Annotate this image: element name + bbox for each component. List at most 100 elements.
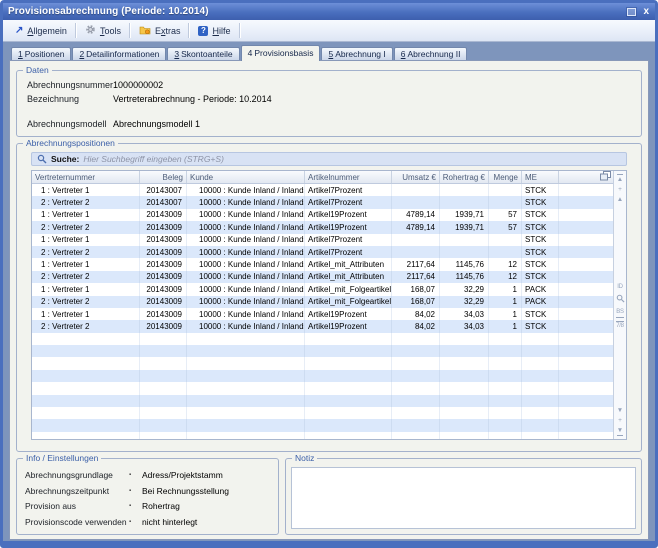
table-cell: STCK — [522, 234, 559, 246]
menu-item-label: Tools — [100, 26, 121, 36]
table-cell: Artikel7Prozent — [305, 246, 392, 258]
table-cell: Artikel19Prozent — [305, 320, 392, 332]
table-cell: 2 : Vertreter 2 — [32, 196, 140, 208]
table-row[interactable]: 2 : Vertreter 22014300910000 : Kunde Inl… — [32, 296, 613, 308]
tab-abrechnung-i[interactable]: 5Abrechnung I — [321, 47, 392, 60]
table-cell: 2 : Vertreter 2 — [32, 271, 140, 283]
info-groupbox-title: Info / Einstellungen — [23, 453, 101, 464]
table-row[interactable]: 2 : Vertreter 22014300710000 : Kunde Inl… — [32, 196, 613, 208]
column-header-5[interactable]: Umsatz € — [392, 171, 440, 183]
menu-item-extras[interactable]: Extras — [131, 20, 189, 41]
info-row: Provision aus▪Rohertrag — [25, 499, 270, 515]
scroll-first-icon[interactable]: ▲ — [617, 174, 623, 183]
scroll-page-down-icon[interactable]: + — [618, 417, 622, 424]
column-header-3[interactable]: Kunde — [187, 171, 305, 183]
daten-fields: Abrechnungsnummer1000000002BezeichnungVe… — [27, 79, 631, 130]
table-cell — [440, 395, 489, 407]
scroll-strip-cluster-mid: ID BS 7/8 — [614, 284, 626, 330]
table-cell: 57 — [489, 221, 522, 233]
table-row[interactable]: 1 : Vertreter 12014300910000 : Kunde Inl… — [32, 258, 613, 270]
column-header-4[interactable]: Artikelnummer — [305, 171, 392, 183]
bullet-icon: ▪ — [129, 468, 142, 484]
table-cell-filler — [559, 196, 613, 208]
table-cell: 2 : Vertreter 2 — [32, 246, 140, 258]
table-row[interactable]: 1 : Vertreter 12014300910000 : Kunde Inl… — [32, 308, 613, 320]
table-cell: 20143009 — [140, 258, 187, 270]
table-cell: PACK — [522, 283, 559, 295]
scroll-up-icon[interactable]: ▲ — [617, 196, 623, 203]
table-cell: 32,29 — [440, 296, 489, 308]
close-button[interactable]: x — [642, 7, 650, 17]
column-header-2[interactable]: Beleg — [140, 171, 187, 183]
table-cell-filler — [559, 357, 613, 369]
menu-item-allgemein[interactable]: ↗Allgemein — [7, 20, 75, 41]
info-row-value: nicht hinterlegt — [142, 515, 197, 531]
table-cell: 168,07 — [392, 283, 440, 295]
table-cell — [187, 370, 305, 382]
strip-fraction-icon[interactable]: 7/8 — [616, 321, 623, 330]
scroll-down-icon[interactable]: ▼ — [617, 407, 623, 414]
tab-skontoanteile[interactable]: 3Skontoanteile — [167, 47, 239, 60]
column-header-6[interactable]: Rohertrag € — [440, 171, 489, 183]
table-row[interactable]: 2 : Vertreter 22014300910000 : Kunde Inl… — [32, 320, 613, 332]
table-cell: 1145,76 — [440, 258, 489, 270]
scroll-page-up-icon[interactable]: + — [618, 186, 622, 193]
table-cell — [392, 432, 440, 439]
notiz-textarea[interactable] — [291, 467, 636, 529]
table-cell-filler — [559, 283, 613, 295]
table-row[interactable]: 2 : Vertreter 22014300910000 : Kunde Inl… — [32, 221, 613, 233]
table-cell — [392, 370, 440, 382]
search-placeholder: Hier Suchbegriff eingeben (STRG+S) — [83, 154, 224, 164]
table-row[interactable]: 2 : Vertreter 22014300910000 : Kunde Inl… — [32, 246, 613, 258]
table-cell: 20143009 — [140, 320, 187, 332]
search-input[interactable]: Suche: Hier Suchbegriff eingeben (STRG+S… — [31, 152, 627, 166]
scroll-last-icon[interactable]: ▼ — [617, 427, 623, 436]
column-header-7[interactable]: Menge — [489, 171, 522, 183]
column-chooser-icon[interactable] — [600, 171, 611, 183]
table-cell — [440, 419, 489, 431]
table-cell: 34,03 — [440, 320, 489, 332]
table-row[interactable]: 1 : Vertreter 12014300910000 : Kunde Inl… — [32, 234, 613, 246]
info-row-label: Abrechnungszeitpunkt — [25, 484, 129, 500]
table-row[interactable]: 1 : Vertreter 12014300910000 : Kunde Inl… — [32, 283, 613, 295]
tab-provisionsbasis[interactable]: 4Provisionsbasis — [241, 45, 321, 61]
tab-positionen[interactable]: 1Positionen — [11, 47, 71, 60]
restore-button[interactable] — [627, 8, 636, 16]
table-cell — [392, 382, 440, 394]
table-cell: 10000 : Kunde Inland / Inlandsort — [187, 246, 305, 258]
table-cell — [305, 345, 392, 357]
table-cell: 1 : Vertreter 1 — [32, 184, 140, 196]
quick-search-icon[interactable] — [616, 294, 625, 306]
table-cell: 1 — [489, 283, 522, 295]
positions-table: VertreternummerBelegKundeArtikelnummerUm… — [31, 170, 627, 440]
info-row-value: Adress/Projektstamm — [142, 468, 223, 484]
table-cell: 1 : Vertreter 1 — [32, 209, 140, 221]
menu-item-tools[interactable]: Tools — [77, 20, 129, 41]
table-cell — [32, 357, 140, 369]
table-cell — [140, 357, 187, 369]
table-cell — [32, 407, 140, 419]
column-header-1[interactable]: Vertreternummer — [32, 171, 140, 183]
table-cell — [392, 184, 440, 196]
window-buttons: x — [627, 7, 650, 17]
table-cell — [440, 432, 489, 439]
table-cell — [32, 370, 140, 382]
table-row[interactable]: 2 : Vertreter 22014300910000 : Kunde Inl… — [32, 271, 613, 283]
table-cell-filler — [559, 184, 613, 196]
notiz-groupbox-title: Notiz — [292, 453, 317, 464]
column-header-8[interactable]: ME — [522, 171, 559, 183]
menu-item-hilfe[interactable]: ?Hilfe — [190, 20, 238, 41]
strip-bs-icon[interactable]: BS — [616, 309, 623, 318]
table-cell-filler — [559, 370, 613, 382]
table-row[interactable]: 1 : Vertreter 12014300910000 : Kunde Inl… — [32, 209, 613, 221]
record-id-icon[interactable]: ID — [617, 284, 622, 291]
table-cell: STCK — [522, 221, 559, 233]
tab-detailinformationen[interactable]: 2Detailinformationen — [72, 47, 166, 60]
menu-item-label: Extras — [155, 26, 181, 36]
table-row[interactable]: 1 : Vertreter 12014300710000 : Kunde Inl… — [32, 184, 613, 196]
table-cell — [440, 333, 489, 345]
table-cell: 84,02 — [392, 308, 440, 320]
table-cell — [140, 345, 187, 357]
tab-abrechnung-ii[interactable]: 6Abrechnung II — [394, 47, 468, 60]
table-cell — [392, 246, 440, 258]
